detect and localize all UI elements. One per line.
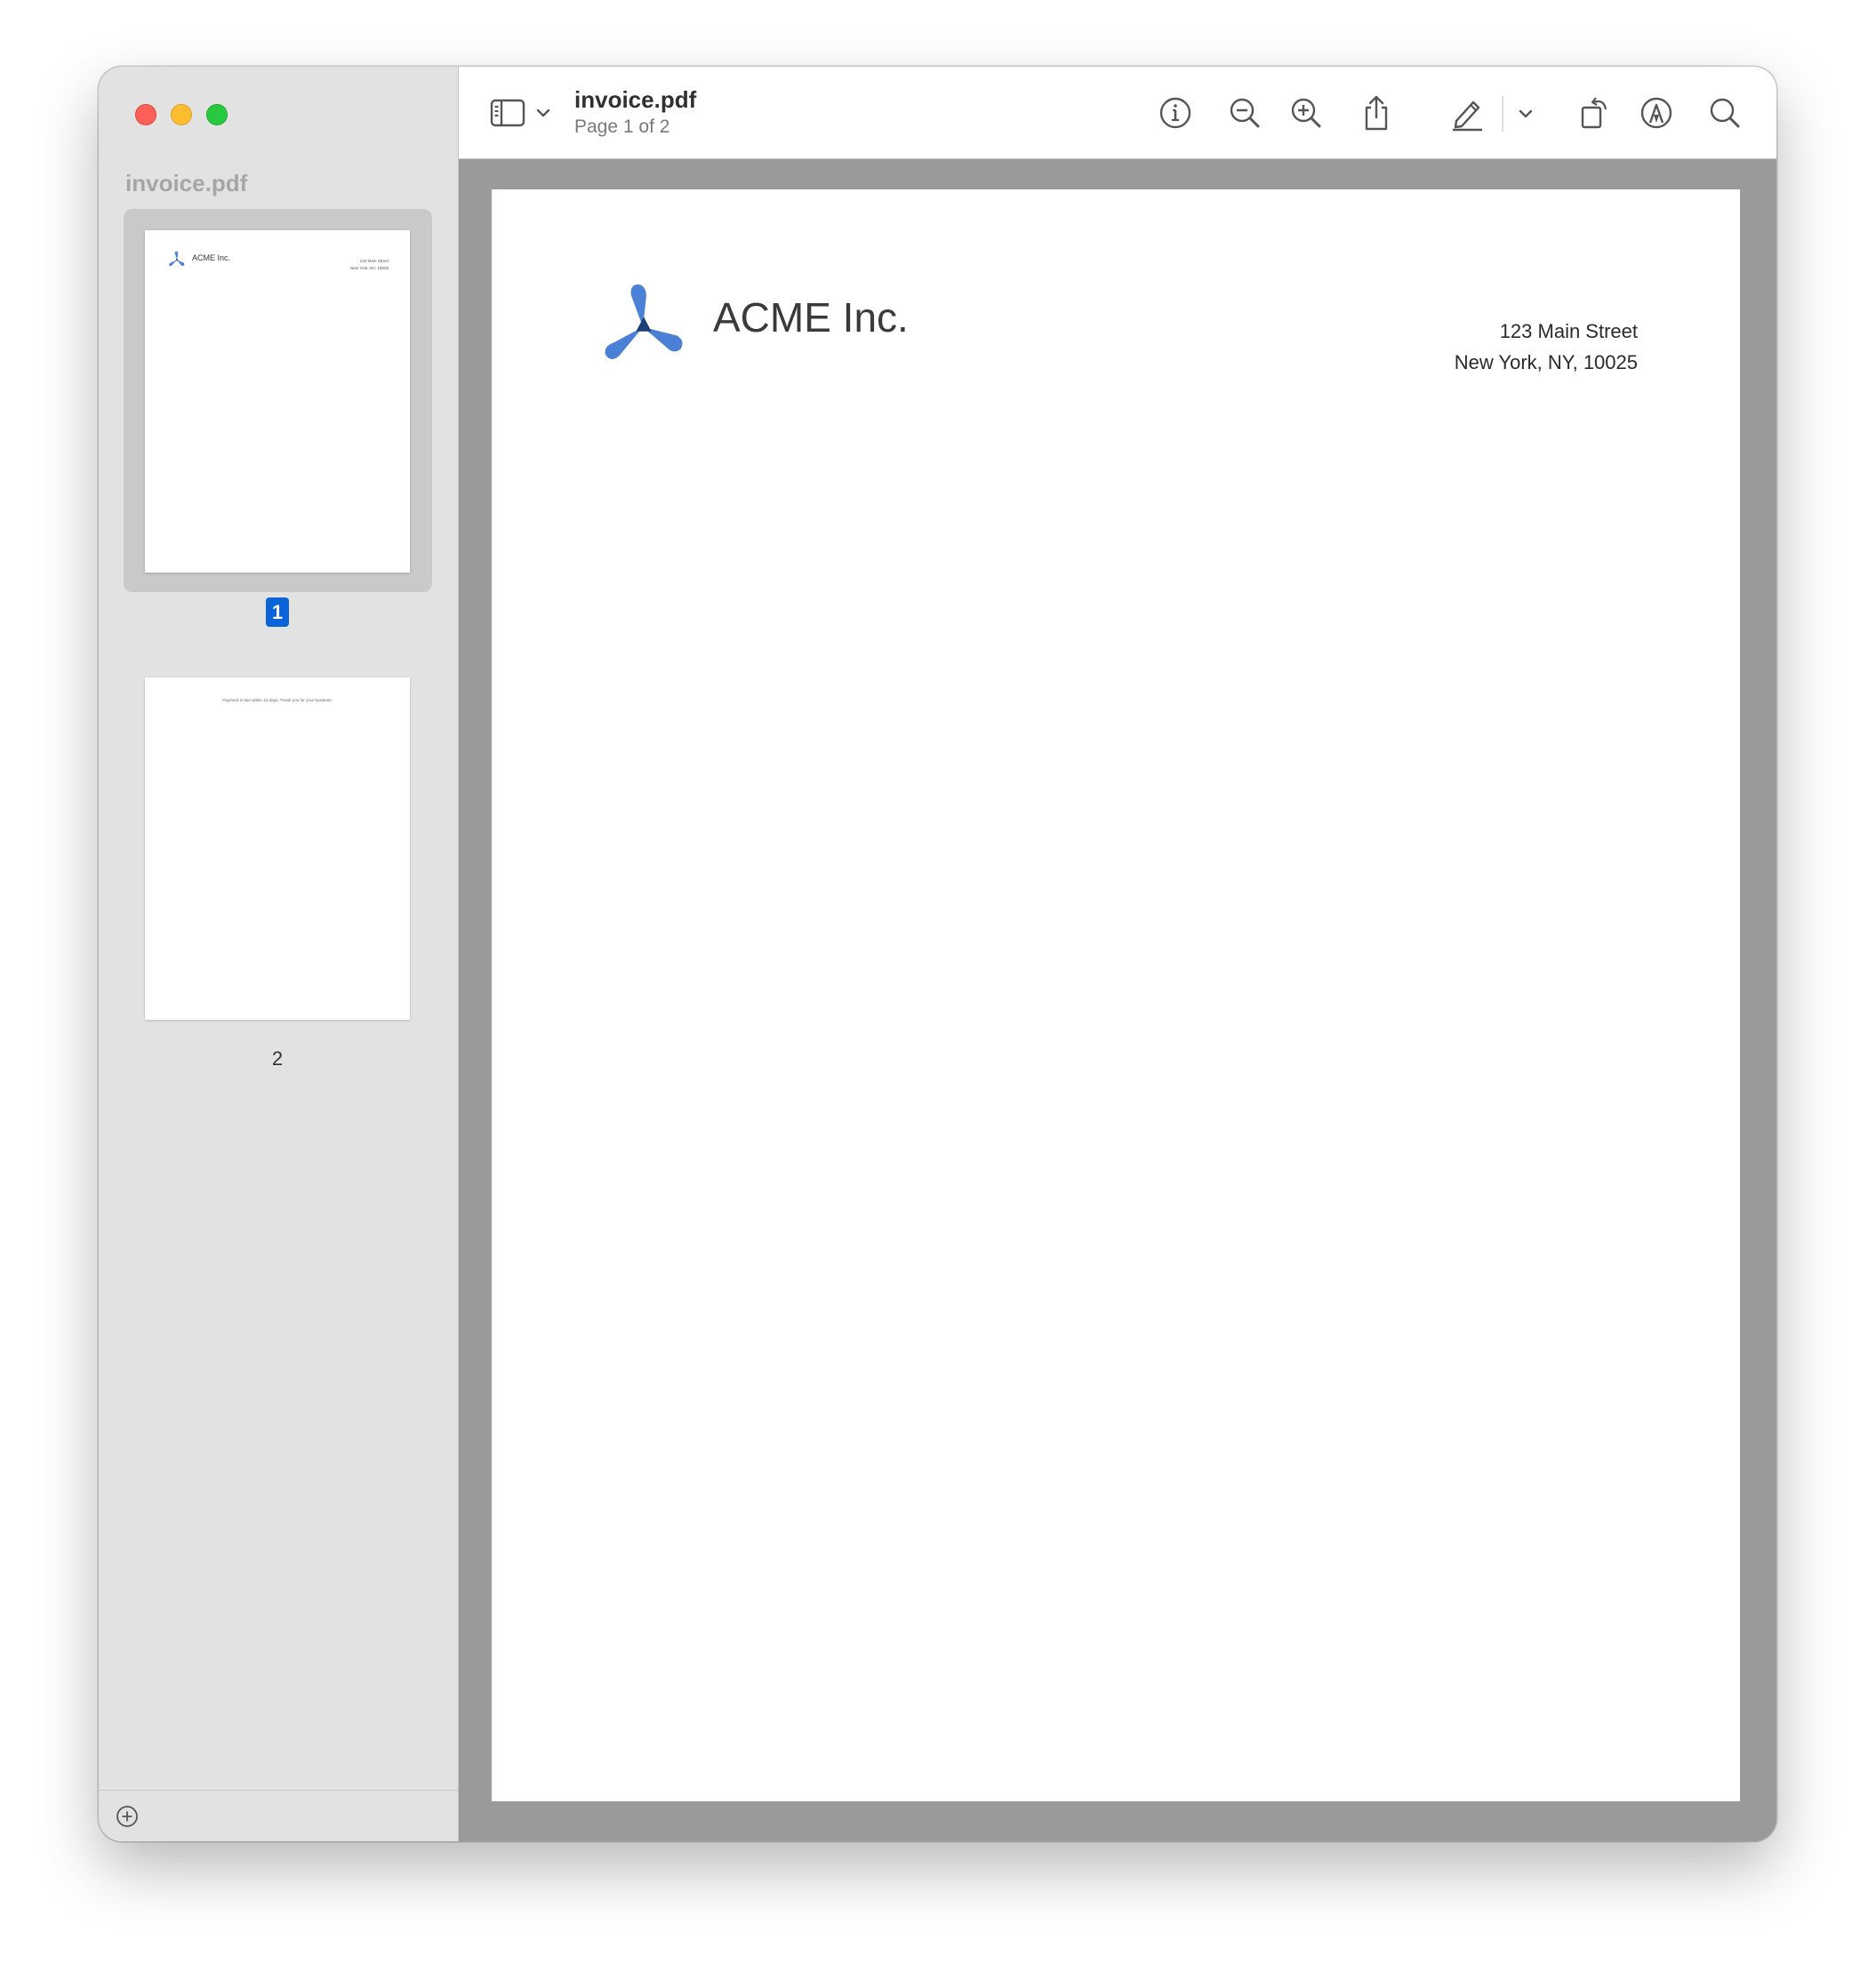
zoom-in-icon[interactable]	[1287, 93, 1326, 132]
company-name: ACME Inc.	[713, 294, 909, 341]
page-number-label-1: 1	[266, 597, 289, 627]
address-line-1: 123 Main Street	[1499, 320, 1638, 342]
sidebar-document-title: invoice.pdf	[125, 170, 248, 196]
document-page[interactable]: ACME Inc. 123 Main Street New York, NY, …	[492, 189, 1740, 1801]
thumbnail-address: 123 Main Street New York, NY, 10025	[350, 258, 389, 272]
toolbar: invoice.pdf Page 1 of 2	[459, 67, 1776, 159]
add-page-icon[interactable]	[115, 1804, 140, 1829]
minimize-window-button[interactable]	[171, 104, 192, 125]
markup-pen-icon[interactable]	[1447, 93, 1487, 132]
sidebar-toggle-icon[interactable]	[489, 93, 530, 132]
thumbnail-address-line-2: New York, NY, 10025	[349, 266, 389, 270]
acme-logo-icon	[169, 251, 185, 267]
thumbnail-sidebar: invoice.pdf ACME Inc. 123 Main Street Ne…	[99, 67, 459, 1841]
acme-logo-icon	[605, 284, 683, 359]
zoom-out-icon[interactable]	[1225, 93, 1264, 132]
thumbnail-payment-note: Payment is due within 10 days. Thank you…	[222, 698, 333, 702]
toolbar-divider	[1502, 96, 1503, 132]
address-line-2: New York, NY, 10025	[1454, 351, 1638, 373]
page-status: Page 1 of 2	[574, 116, 670, 137]
preview-window: invoice.pdf ACME Inc. 123 Main Street Ne…	[99, 67, 1776, 1841]
annotate-icon[interactable]	[1637, 93, 1676, 132]
rotate-icon[interactable]	[1575, 93, 1614, 132]
thumbnail-address-line-1: 123 Main Street	[359, 259, 389, 263]
maximize-window-button[interactable]	[206, 104, 228, 125]
document-viewer[interactable]: ACME Inc. 123 Main Street New York, NY, …	[459, 159, 1776, 1841]
document-title: invoice.pdf	[574, 86, 697, 113]
chevron-down-icon[interactable]	[1517, 93, 1535, 132]
info-icon[interactable]	[1156, 93, 1195, 132]
company-address: 123 Main Street New York, NY, 10025	[1455, 316, 1638, 378]
page-thumbnail-1[interactable]: ACME Inc. 123 Main Street New York, NY, …	[145, 230, 410, 573]
page-number-label-2: 2	[271, 1047, 284, 1070]
thumbnail-company-name: ACME Inc.	[192, 253, 231, 262]
chevron-down-icon[interactable]	[534, 93, 552, 132]
search-icon[interactable]	[1705, 93, 1744, 132]
sidebar-footer	[99, 1790, 458, 1841]
close-window-button[interactable]	[135, 104, 156, 125]
page-thumbnail-2[interactable]: Payment is due within 10 days. Thank you…	[145, 677, 410, 1020]
share-icon[interactable]	[1357, 93, 1396, 132]
